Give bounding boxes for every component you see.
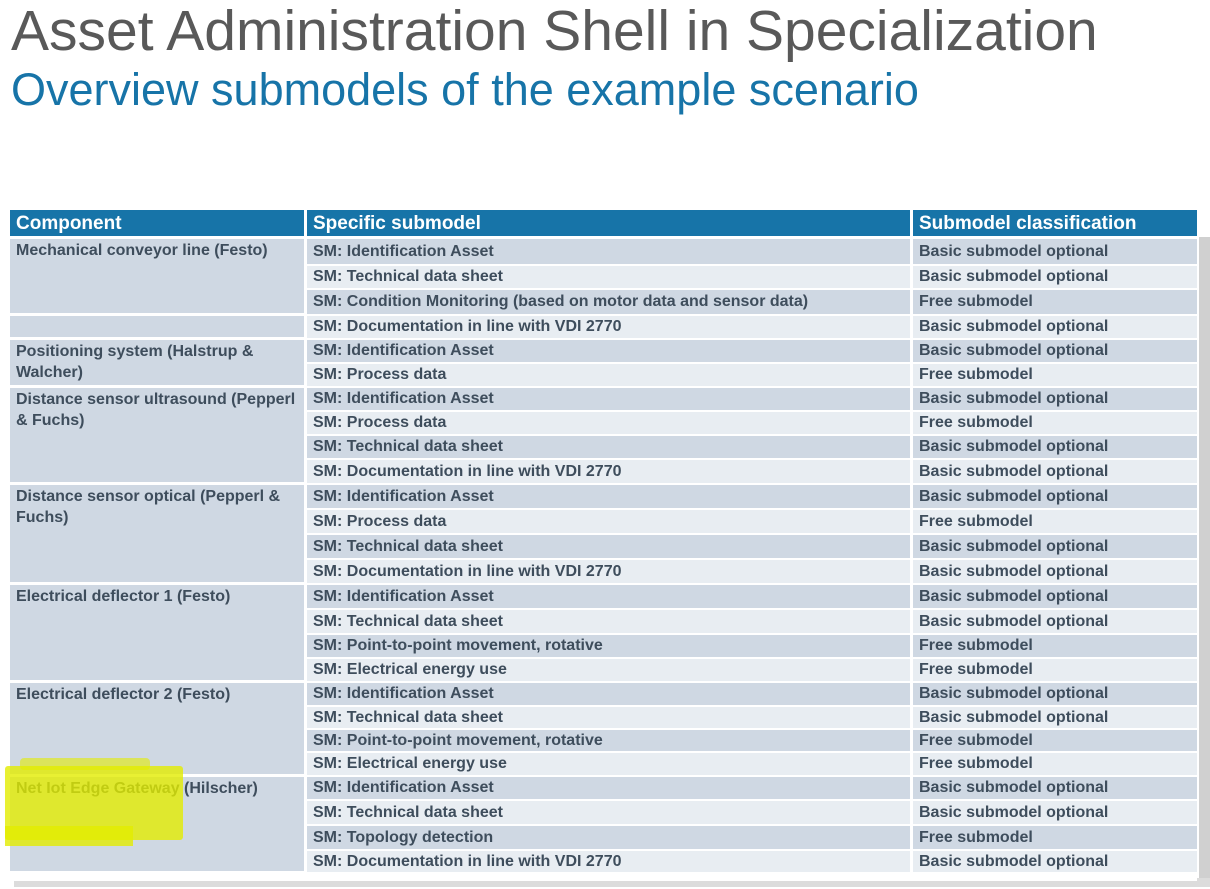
page-title: Asset Administration Shell in Specializa… [11,0,1098,63]
submodel-cell: SM: Identification Asset [307,683,913,707]
classification-cell: Basic submodel optional [913,388,1197,412]
submodel-cell: SM: Identification Asset [307,777,913,801]
component-cell: Electrical deflector 1 (Festo) [10,585,307,683]
classification-cell: Free submodel [913,510,1197,535]
submodel-cell: SM: Documentation in line with VDI 2770 [307,560,913,585]
column-header: Specific submodel [307,210,913,239]
classification-cell: Basic submodel optional [913,610,1197,635]
component-cell: Distance sensor ultrasound (Pepperl & Fu… [10,388,307,485]
submodel-cell: SM: Electrical energy use [307,753,913,777]
submodel-cell: SM: Process data [307,412,913,436]
classification-cell: Free submodel [913,659,1197,683]
component-cell: Mechanical conveyor line (Festo) [10,239,307,316]
submodel-cell: SM: Technical data sheet [307,436,913,460]
submodel-cell: SM: Condition Monitoring (based on motor… [307,290,913,316]
classification-cell: Basic submodel optional [913,777,1197,801]
classification-cell: Basic submodel optional [913,560,1197,585]
submodel-cell: SM: Point-to-point movement, rotative [307,730,913,753]
classification-cell: Basic submodel optional [913,340,1197,364]
classification-cell: Basic submodel optional [913,683,1197,707]
submodel-cell: SM: Documentation in line with VDI 2770 [307,316,913,340]
submodel-cell: SM: Point-to-point movement, rotative [307,635,913,659]
submodel-cell: SM: Technical data sheet [307,801,913,826]
classification-cell: Free submodel [913,730,1197,753]
classification-cell: Basic submodel optional [913,585,1197,610]
submodel-cell: SM: Process data [307,364,913,388]
classification-cell: Free submodel [913,753,1197,777]
table-shadow-right [1199,237,1210,884]
component-cell [10,316,307,340]
submodel-cell: SM: Technical data sheet [307,535,913,560]
classification-cell: Free submodel [913,290,1197,316]
classification-cell: Free submodel [913,635,1197,659]
submodel-cell: SM: Documentation in line with VDI 2770 [307,851,913,874]
classification-cell: Basic submodel optional [913,485,1197,510]
submodel-cell: SM: Technical data sheet [307,707,913,730]
submodel-cell: SM: Identification Asset [307,585,913,610]
classification-cell: Basic submodel optional [913,535,1197,560]
classification-cell: Basic submodel optional [913,801,1197,826]
page-subtitle: Overview submodels of the example scenar… [11,64,919,115]
classification-cell: Basic submodel optional [913,316,1197,340]
classification-cell: Free submodel [913,412,1197,436]
submodel-cell: SM: Identification Asset [307,388,913,412]
submodel-cell: SM: Identification Asset [307,239,913,266]
classification-cell: Basic submodel optional [913,851,1197,874]
classification-cell: Basic submodel optional [913,239,1197,266]
submodel-cell: SM: Process data [307,510,913,535]
component-cell: Distance sensor optical (Pepperl & Fuchs… [10,485,307,585]
highlight-mark [5,826,133,846]
submodel-cell: SM: Technical data sheet [307,610,913,635]
submodel-cell: SM: Documentation in line with VDI 2770 [307,460,913,485]
submodel-cell: SM: Identification Asset [307,485,913,510]
classification-cell: Free submodel [913,364,1197,388]
submodel-cell: SM: Identification Asset [307,340,913,364]
classification-cell: Basic submodel optional [913,460,1197,485]
classification-cell: Basic submodel optional [913,266,1197,290]
column-header: Submodel classification [913,210,1197,239]
classification-cell: Basic submodel optional [913,436,1197,460]
column-header: Component [10,210,307,239]
classification-cell: Free submodel [913,826,1197,851]
submodel-cell: SM: Topology detection [307,826,913,851]
component-cell: Positioning system (Halstrup & Walcher) [10,340,307,388]
classification-cell: Basic submodel optional [913,707,1197,730]
submodel-cell: SM: Technical data sheet [307,266,913,290]
submodel-cell: SM: Electrical energy use [307,659,913,683]
submodel-table: Component Specific submodel Submodel class… [10,210,1197,881]
